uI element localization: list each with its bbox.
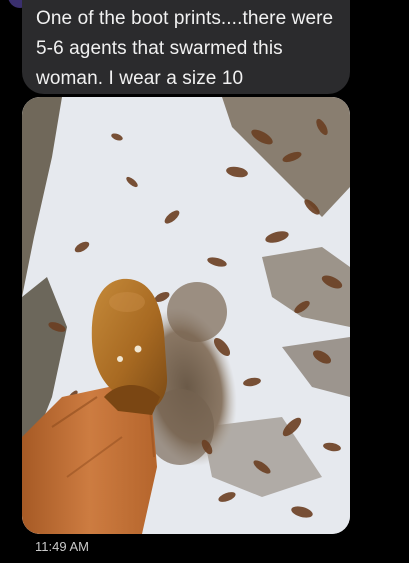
conversation-screen: One of the boot prints....there were 5-6… [0,0,409,563]
message-timestamp: 11:49 AM [35,539,89,554]
message-text: One of the boot prints....there were 5-6… [36,8,334,89]
photo-image [22,97,350,534]
message-bubble[interactable]: One of the boot prints....there were 5-6… [22,0,350,94]
message-photo[interactable] [22,97,350,534]
